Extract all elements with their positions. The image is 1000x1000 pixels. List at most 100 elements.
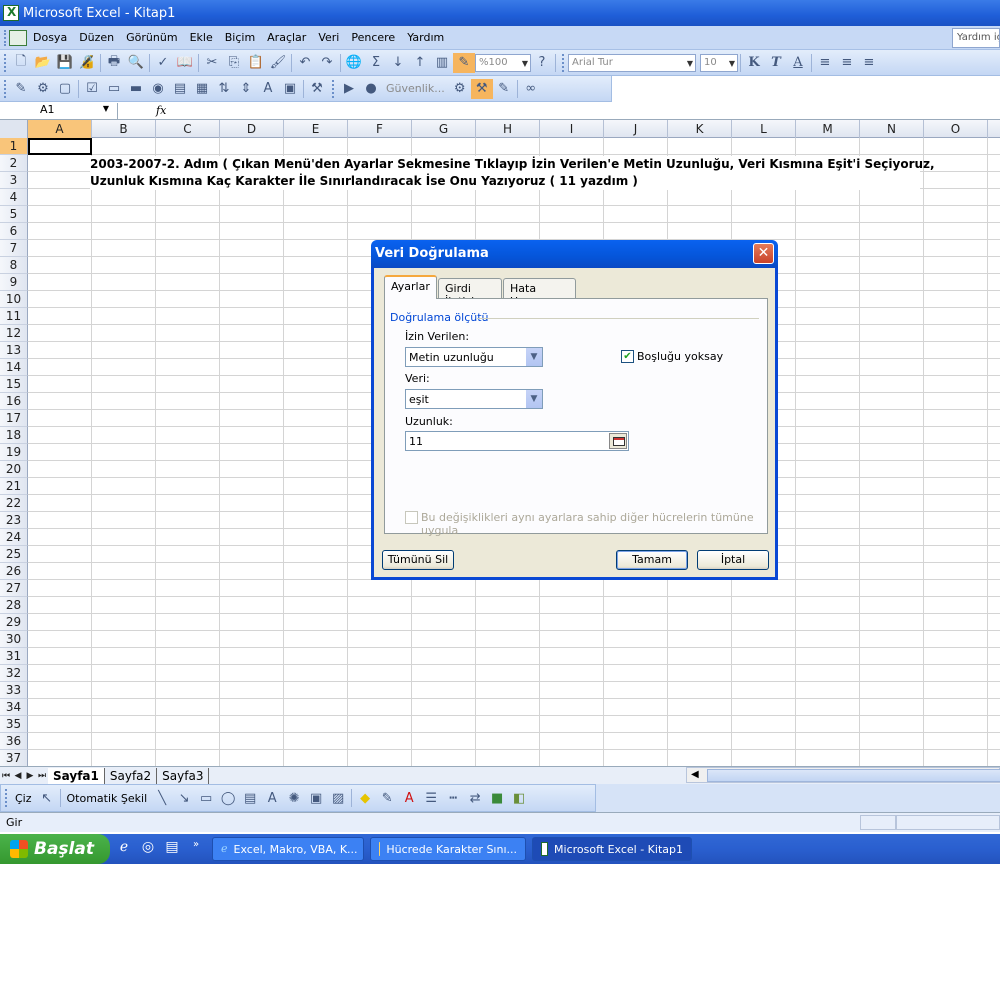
row-header-9[interactable]: 9 — [0, 274, 28, 291]
column-header-a[interactable]: A — [28, 120, 92, 138]
row-header-5[interactable]: 5 — [0, 206, 28, 223]
row-header-16[interactable]: 16 — [0, 393, 28, 410]
column-header-d[interactable]: D — [220, 120, 284, 138]
paste-icon[interactable]: 📋 — [245, 53, 267, 73]
edit-icon[interactable]: ✎ — [10, 79, 32, 99]
row-header-21[interactable]: 21 — [0, 478, 28, 495]
last-sheet-icon[interactable]: ⏭ — [36, 771, 48, 781]
row-header-12[interactable]: 12 — [0, 325, 28, 342]
menu-grip[interactable] — [4, 29, 7, 46]
menu-ekle[interactable]: Ekle — [184, 31, 219, 44]
textbox-control-icon[interactable]: ▬ — [125, 79, 147, 99]
row-header-2[interactable]: 2 — [0, 155, 28, 172]
start-button[interactable]: Başlat — [0, 834, 110, 864]
copy-icon[interactable]: ⎘ — [223, 53, 245, 73]
scrollbar-thumb[interactable] — [707, 769, 1000, 782]
internet-explorer-icon[interactable]: ℯ — [114, 839, 134, 859]
combobox-icon[interactable]: ▦ — [191, 79, 213, 99]
research-icon[interactable]: 📖 — [174, 53, 196, 73]
row-header-22[interactable]: 22 — [0, 495, 28, 512]
dash-style-icon[interactable]: ┅ — [442, 788, 464, 808]
row-header-28[interactable]: 28 — [0, 597, 28, 614]
line-icon[interactable]: ╲ — [151, 788, 173, 808]
row-header-17[interactable]: 17 — [0, 410, 28, 427]
arrow-style-icon[interactable]: ⇄ — [464, 788, 486, 808]
column-header-c[interactable]: C — [156, 120, 220, 138]
tools-icon[interactable]: ⚒ — [306, 79, 328, 99]
format-painter-icon[interactable]: 🖌 — [267, 53, 289, 73]
option-button-icon[interactable]: ◉ — [147, 79, 169, 99]
autoshapes-menu[interactable]: Otomatik Şekil — [63, 792, 152, 805]
toolbar-grip[interactable] — [4, 79, 7, 98]
workbook-icon[interactable] — [9, 29, 27, 46]
apply-all-checkbox[interactable] — [405, 511, 418, 524]
drawing-icon[interactable]: ✎ — [453, 52, 475, 73]
apply-all-label[interactable]: Bu değişiklikleri aynı ayarlara sahip di… — [421, 511, 767, 537]
scroll-left-icon[interactable]: ◀ — [691, 769, 699, 780]
underline-button[interactable]: A — [787, 53, 809, 73]
row-header-1[interactable]: 1 — [0, 138, 28, 155]
row-header-4[interactable]: 4 — [0, 189, 28, 206]
toolbar-grip[interactable] — [4, 53, 7, 72]
column-header-g[interactable]: G — [412, 120, 476, 138]
row-header-33[interactable]: 33 — [0, 682, 28, 699]
line-style-icon[interactable]: ☰ — [420, 788, 442, 808]
row-header-19[interactable]: 19 — [0, 444, 28, 461]
next-sheet-icon[interactable]: ▶ — [24, 771, 36, 781]
image-control-icon[interactable]: ▣ — [279, 79, 301, 99]
row-header-30[interactable]: 30 — [0, 631, 28, 648]
fill-color-icon[interactable]: ◆ — [354, 788, 376, 808]
row-header-23[interactable]: 23 — [0, 512, 28, 529]
browser-icon[interactable]: ◎ — [138, 839, 158, 859]
row-header-34[interactable]: 34 — [0, 699, 28, 716]
bold-button[interactable]: K — [743, 53, 765, 73]
insert-function-icon[interactable]: fx — [156, 104, 166, 117]
dialog-title-bar[interactable]: Veri Doğrulama ✕ — [371, 240, 778, 268]
row-header-24[interactable]: 24 — [0, 529, 28, 546]
button-control-icon[interactable]: ▭ — [103, 79, 125, 99]
properties-icon[interactable]: ⚙ — [32, 79, 54, 99]
align-right-icon[interactable]: ≡ — [858, 53, 880, 73]
row-header-6[interactable]: 6 — [0, 223, 28, 240]
menu-pencere[interactable]: Pencere — [345, 31, 401, 44]
task-folder[interactable]: Hücrede Karakter Sını... — [370, 837, 526, 861]
sheet-tab-sayfa2[interactable]: Sayfa2 — [105, 767, 158, 784]
column-header-i[interactable]: I — [540, 120, 604, 138]
chevron-right-icon[interactable]: » — [186, 839, 206, 859]
listbox-icon[interactable]: ▤ — [169, 79, 191, 99]
sort-ascending-icon[interactable]: ↓ — [387, 53, 409, 73]
select-objects-icon[interactable]: ↖ — [36, 788, 58, 808]
menu-araclar[interactable]: Araçlar — [261, 31, 312, 44]
hyperlink-icon[interactable]: 🌐 — [343, 53, 365, 73]
cut-icon[interactable]: ✂ — [201, 53, 223, 73]
range-select-icon[interactable] — [609, 433, 627, 449]
menu-veri[interactable]: Veri — [312, 31, 345, 44]
clipart-icon[interactable]: ▣ — [305, 788, 327, 808]
rectangle-icon[interactable]: ▭ — [195, 788, 217, 808]
picture-icon[interactable]: ▨ — [327, 788, 349, 808]
3d-icon[interactable]: ◧ — [508, 788, 530, 808]
align-left-icon[interactable]: ≡ — [814, 53, 836, 73]
row-header-14[interactable]: 14 — [0, 359, 28, 376]
align-center-icon[interactable]: ≡ — [836, 53, 858, 73]
scrollbar-control-icon[interactable]: ⇅ — [213, 79, 235, 99]
row-header-13[interactable]: 13 — [0, 342, 28, 359]
row-header-10[interactable]: 10 — [0, 291, 28, 308]
row-header-7[interactable]: 7 — [0, 240, 28, 257]
row-header-32[interactable]: 32 — [0, 665, 28, 682]
column-header-n[interactable]: N — [860, 120, 924, 138]
column-header-e[interactable]: E — [284, 120, 348, 138]
font-color-icon[interactable]: A — [398, 788, 420, 808]
name-box[interactable]: A1 ▼ — [0, 102, 118, 119]
tab-girdi-iletisi[interactable]: Girdi İletisi — [438, 278, 502, 308]
row-header-20[interactable]: 20 — [0, 461, 28, 478]
spinner-icon[interactable]: ⇕ — [235, 79, 257, 99]
font-size-select[interactable]: 10 ▼ — [700, 53, 738, 72]
row-header-25[interactable]: 25 — [0, 546, 28, 563]
prev-sheet-icon[interactable]: ◀ — [12, 771, 24, 781]
column-header-k[interactable]: K — [668, 120, 732, 138]
tab-ayarlar[interactable]: Ayarlar — [384, 275, 437, 299]
control-toolbox-icon[interactable]: ⚒ — [470, 78, 493, 99]
shadow-icon[interactable]: ■ — [486, 788, 508, 808]
help-icon[interactable]: ? — [531, 53, 553, 73]
